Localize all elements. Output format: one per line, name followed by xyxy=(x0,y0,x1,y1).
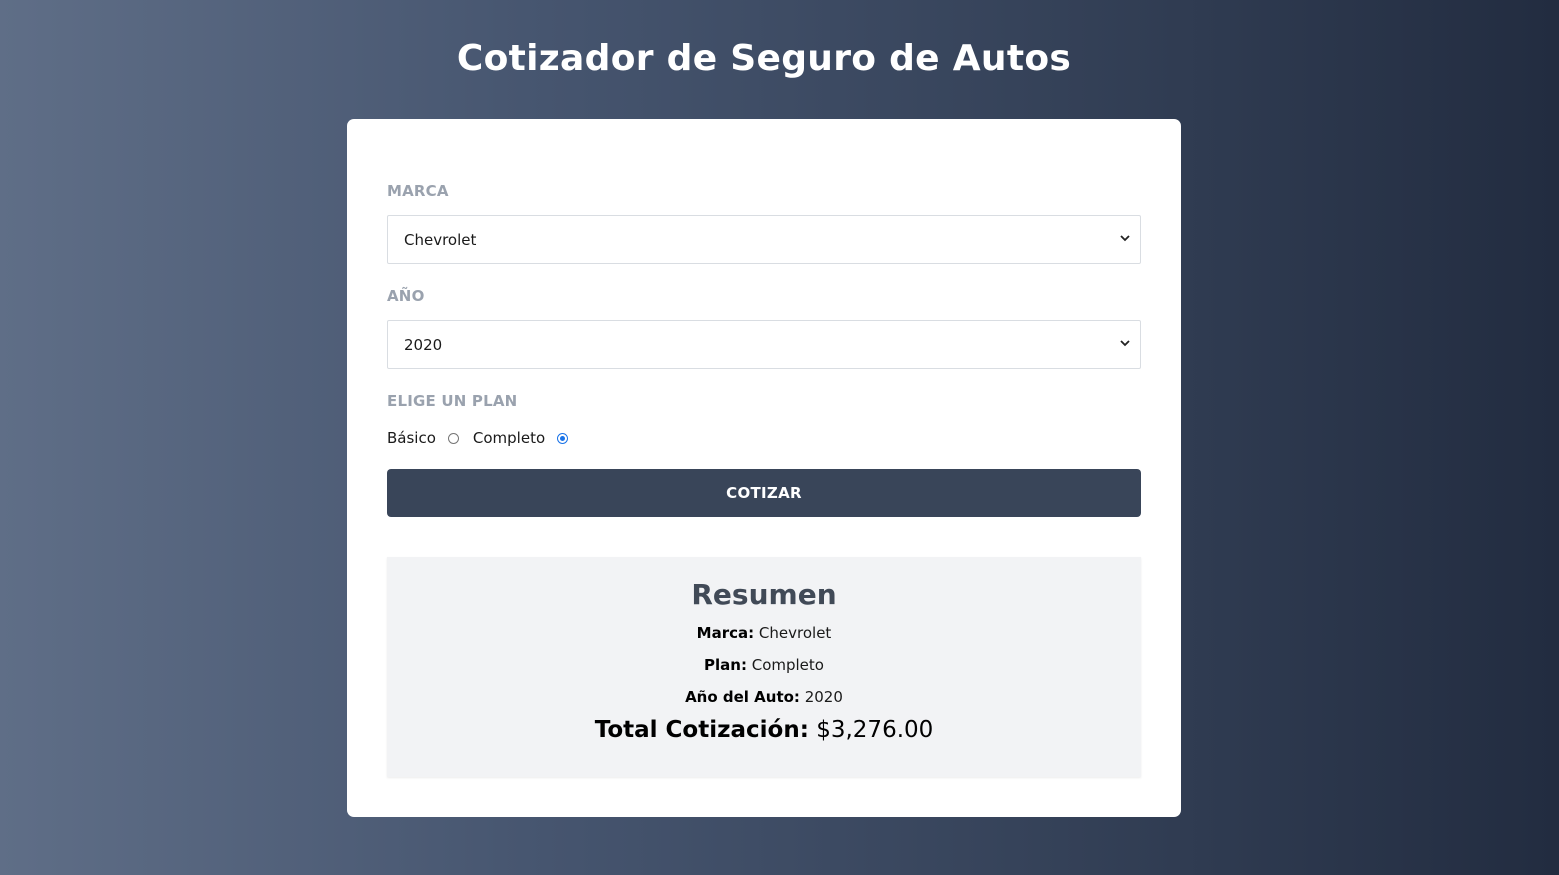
chevron-down-icon xyxy=(1120,235,1130,242)
plan-label: ELIGE UN PLAN xyxy=(387,392,518,410)
summary-marca-line: Marca: Chevrolet xyxy=(387,624,1141,642)
chevron-down-icon xyxy=(1120,340,1130,347)
summary-plan-key: Plan: xyxy=(704,656,747,674)
plan-completo-radio[interactable] xyxy=(557,432,569,444)
summary-year-value: 2020 xyxy=(804,688,843,706)
summary-total-value: $3,276.00 xyxy=(816,717,934,743)
plan-options: Básico Completo xyxy=(387,428,569,448)
summary-marca-key: Marca: xyxy=(696,624,755,642)
year-label: AÑO xyxy=(387,287,425,305)
summary-total-key: Total Cotización: xyxy=(594,717,809,743)
summary-marca-value: Chevrolet xyxy=(758,624,832,642)
summary-year-key: Año del Auto: xyxy=(685,688,800,706)
marca-label: MARCA xyxy=(387,182,449,200)
quote-form-card: MARCA Chevrolet AÑO 2020 ELIGE UN PLAN B… xyxy=(347,119,1181,817)
plan-basico-radio[interactable] xyxy=(447,432,459,444)
plan-completo-label[interactable]: Completo xyxy=(473,429,545,447)
year-select-value: 2020 xyxy=(404,336,443,354)
summary-year-line: Año del Auto: 2020 xyxy=(387,688,1141,706)
marca-select[interactable]: Chevrolet xyxy=(387,215,1141,264)
summary-panel: Resumen Marca: Chevrolet Plan: Completo … xyxy=(387,557,1141,777)
summary-plan-line: Plan: Completo xyxy=(387,656,1141,674)
summary-plan-value: Completo xyxy=(751,656,824,674)
cotizar-button[interactable]: COTIZAR xyxy=(387,469,1141,517)
summary-total-line: Total Cotización: $3,276.00 xyxy=(387,717,1141,743)
page-title: Cotizador de Seguro de Autos xyxy=(456,38,1072,79)
marca-select-value: Chevrolet xyxy=(404,231,477,249)
plan-basico-label[interactable]: Básico xyxy=(387,429,436,447)
year-select[interactable]: 2020 xyxy=(387,320,1141,369)
summary-title: Resumen xyxy=(691,578,837,611)
